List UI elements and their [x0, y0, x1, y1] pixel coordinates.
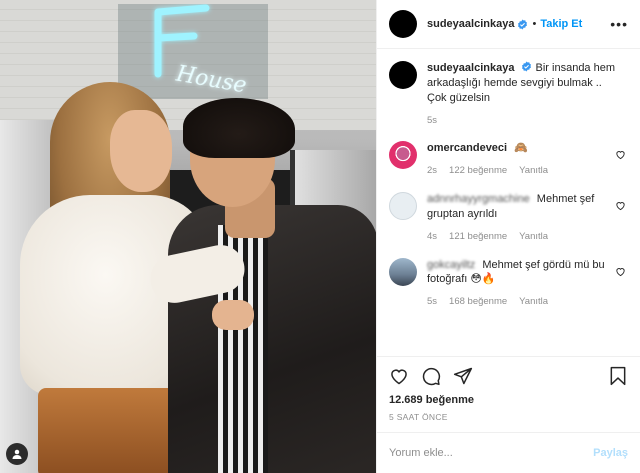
comment-username[interactable]: adnnrhayyrgmachine	[427, 193, 530, 205]
caption-body: sudeyaalcinkaya Bir insanda hem arkadaşl…	[427, 61, 615, 127]
photo-man-jacket	[168, 205, 376, 473]
more-icon[interactable]: •••	[610, 16, 628, 32]
verified-badge-icon	[522, 61, 532, 72]
caption-time[interactable]: 5s	[427, 115, 437, 128]
comment-time[interactable]: 5s	[427, 296, 437, 309]
comment-item: adnnrhayyrgmachine Mehmet şef gruptan ay…	[389, 192, 628, 244]
likes-count[interactable]: 12.689 beğenme	[377, 394, 640, 406]
photo-hand	[212, 300, 254, 330]
comment-username[interactable]: omercandeveci	[427, 142, 507, 154]
caption: sudeyaalcinkaya Bir insanda hem arkadaşl…	[389, 61, 628, 127]
comment-heart-icon[interactable]	[615, 266, 626, 277]
reply-button[interactable]: Yanıtla	[519, 165, 548, 178]
comment-likes[interactable]: 122 beğenme	[449, 165, 507, 178]
comment-body: adnnrhayyrgmachine Mehmet şef gruptan ay…	[427, 192, 615, 244]
post-header: sudeyaalcinkaya • Takip Et •••	[377, 0, 640, 49]
post-photo[interactable]: House	[0, 0, 376, 473]
comment-icon[interactable]	[421, 366, 441, 386]
caption-meta: 5s	[427, 115, 615, 128]
reply-button[interactable]: Yanıtla	[519, 231, 548, 244]
comment-meta: 2s 122 beğenme Yanıtla	[427, 165, 615, 178]
comment-item: omercandeveci 🙈 2s 122 beğenme Yanıtla	[389, 141, 628, 178]
reply-button[interactable]: Yanıtla	[519, 296, 548, 309]
author-avatar[interactable]	[389, 10, 417, 38]
add-comment-bar: Paylaş	[377, 433, 640, 473]
photo-woman-face	[110, 110, 172, 192]
comment-heart-icon[interactable]	[615, 200, 626, 211]
photo-man-hair	[183, 98, 295, 158]
user-tag-icon[interactable]	[6, 443, 28, 465]
user-tag-glyph	[12, 449, 22, 459]
share-icon[interactable]	[453, 366, 473, 386]
comment-body: omercandeveci 🙈 2s 122 beğenme Yanıtla	[427, 141, 615, 178]
comment-meta: 4s 121 beğenme Yanıtla	[427, 231, 615, 244]
comment-avatar[interactable]	[389, 192, 417, 220]
header-separator: •	[532, 18, 537, 30]
post-comment-button[interactable]: Paylaş	[593, 447, 628, 459]
post-sidebar: sudeyaalcinkaya • Takip Et ••• sudeyaalc…	[376, 0, 640, 473]
photo-woman-skirt	[38, 388, 188, 473]
comment-avatar[interactable]	[389, 141, 417, 170]
comment-username[interactable]: gokcayiltz	[427, 259, 475, 271]
comment-item: gokcayiltz Mehmet şef gördü mü bu fotoğr…	[389, 257, 628, 310]
caption-username[interactable]: sudeyaalcinkaya	[427, 62, 514, 74]
comment-likes[interactable]: 168 beğenme	[449, 296, 507, 309]
comment-meta: 5s 168 beğenme Yanıtla	[427, 296, 615, 309]
comment-avatar[interactable]	[389, 257, 417, 286]
comments-list[interactable]: sudeyaalcinkaya Bir insanda hem arkadaşl…	[377, 49, 640, 356]
verified-badge-icon	[518, 18, 528, 30]
bookmark-icon[interactable]	[608, 366, 628, 386]
post-timestamp[interactable]: 5 SAAT ÖNCE	[377, 406, 640, 433]
comment-text: 🙈	[514, 142, 528, 155]
author-username[interactable]: sudeyaalcinkaya	[427, 18, 514, 30]
action-bar	[377, 356, 640, 394]
comment-time[interactable]: 2s	[427, 165, 437, 178]
comment-heart-icon[interactable]	[615, 149, 626, 160]
follow-button[interactable]: Takip Et	[540, 18, 582, 30]
comment-time[interactable]: 4s	[427, 231, 437, 244]
comment-likes[interactable]: 121 beğenme	[449, 231, 507, 244]
neon-sign: House	[118, 4, 268, 99]
instagram-post: House sudeyaalcinkaya • Takip Et ••• sud…	[0, 0, 640, 473]
heart-icon[interactable]	[389, 366, 409, 386]
caption-avatar[interactable]	[389, 61, 417, 89]
comment-input[interactable]	[389, 447, 594, 459]
comment-body: gokcayiltz Mehmet şef gördü mü bu fotoğr…	[427, 258, 615, 310]
